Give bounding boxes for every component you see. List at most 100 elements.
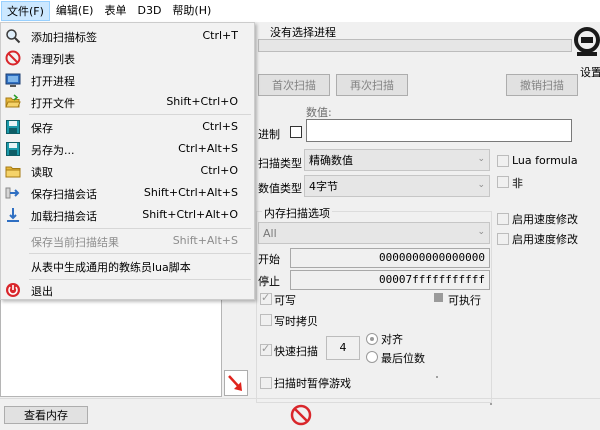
memory-scan-options-title: 内存扫描选项 <box>262 205 332 221</box>
menu-separator <box>29 114 251 115</box>
menu-item-save-current-results[interactable]: 保存当前扫描结果 Shift+Alt+S <box>1 230 254 252</box>
lua-formula-checkbox[interactable] <box>497 155 509 167</box>
menu-item-label: 清理列表 <box>31 53 75 66</box>
fast-scan-value-input[interactable]: 4 <box>326 336 360 360</box>
resize-dot <box>436 376 438 378</box>
hex-checkbox[interactable] <box>290 126 302 138</box>
arrow-right-icon <box>5 187 20 199</box>
start-address-label: 开始 <box>258 253 280 266</box>
file-menu-dropdown: 添加扫描标签 Ctrl+T 清理列表 打开进程 打开文件 Shift+Ctrl+… <box>0 22 255 300</box>
menu-item-generate-trainer-lua[interactable]: 从表中生成通用的教练员lua脚本 <box>1 255 254 277</box>
floppy-icon <box>6 120 20 134</box>
resize-dot <box>490 403 492 405</box>
menu-item-save-as[interactable]: 另存为... Ctrl+Alt+S <box>1 138 254 160</box>
hex-label: 进制 <box>258 128 280 141</box>
no-entry-icon <box>5 50 21 66</box>
menu-item-label: 添加扫描标签 <box>31 31 97 44</box>
settings-label[interactable]: 设置 <box>580 64 600 80</box>
align-label: 对齐 <box>381 333 403 346</box>
pause-game-label: 扫描时暂停游戏 <box>274 377 351 390</box>
menu-item-shortcut: Ctrl+Alt+S <box>178 142 238 155</box>
menu-separator <box>29 228 251 229</box>
add-address-arrow-button[interactable] <box>224 370 248 396</box>
writable-label: 可写 <box>274 294 296 307</box>
menu-separator <box>29 253 251 254</box>
menu-help[interactable]: 帮助(H) <box>167 1 216 21</box>
menu-item-open-file[interactable]: 打开文件 Shift+Ctrl+O <box>1 91 254 113</box>
scan-type-select[interactable]: 精确数值 ⌄ <box>304 149 490 171</box>
menu-d3d[interactable]: D3D <box>132 1 166 21</box>
menu-item-add-scan-tab[interactable]: 添加扫描标签 Ctrl+T <box>1 25 254 47</box>
folder-open-icon <box>5 94 21 108</box>
value-input[interactable] <box>306 119 572 142</box>
menu-item-label: 从表中生成通用的教练员lua脚本 <box>31 261 191 274</box>
floppy-icon <box>6 142 20 156</box>
menu-item-shortcut: Shift+Ctrl+Alt+O <box>142 208 238 221</box>
menu-item-clear-list[interactable]: 清理列表 <box>1 47 254 69</box>
power-icon <box>6 283 20 297</box>
no-entry-icon <box>290 404 312 426</box>
fast-scan-checkbox[interactable] <box>260 342 272 356</box>
menu-item-label: 加载扫描会话 <box>31 210 97 223</box>
menu-item-shortcut: Ctrl+S <box>202 120 238 133</box>
speed-hack-label-2: 启用速度修改 <box>512 233 578 246</box>
menu-item-save[interactable]: 保存 Ctrl+S <box>1 116 254 138</box>
scan-type-value: 精确数值 <box>309 154 353 167</box>
stop-address-input[interactable]: 00007fffffffffff <box>290 270 490 290</box>
last-digits-radio[interactable] <box>366 351 378 363</box>
speed-hack-checkbox-1[interactable] <box>497 213 509 225</box>
menu-item-shortcut: Ctrl+T <box>202 29 238 42</box>
arrow-down-right-icon <box>228 375 242 391</box>
scan-type-label: 扫描类型 <box>258 157 302 170</box>
menu-separator <box>29 279 251 280</box>
not-checkbox[interactable] <box>497 176 509 188</box>
menu-item-save-scan-session[interactable]: 保存扫描会话 Shift+Ctrl+Alt+S <box>1 182 254 204</box>
monitor-icon <box>5 73 21 87</box>
first-scan-button[interactable]: 首次扫描 <box>258 74 330 96</box>
value-type-label: 数值类型 <box>258 182 302 195</box>
stop-scan-icon[interactable] <box>290 404 312 426</box>
last-digits-label: 最后位数 <box>381 352 425 365</box>
menu-item-exit[interactable]: 退出 <box>1 281 254 299</box>
pause-game-checkbox[interactable] <box>260 377 272 389</box>
process-title: 没有选择进程 <box>270 26 336 39</box>
menu-item-load[interactable]: 读取 Ctrl+O <box>1 160 254 182</box>
start-address-input[interactable]: 0000000000000000 <box>290 248 490 268</box>
folder-icon <box>5 166 21 178</box>
memory-region-value: All <box>263 226 277 240</box>
menu-item-shortcut: Shift+Alt+S <box>172 234 238 247</box>
chevron-down-icon: ⌄ <box>477 154 485 164</box>
menu-item-label: 保存扫描会话 <box>31 188 97 201</box>
value-label: 数值: <box>306 106 332 119</box>
chevron-down-icon: ⌄ <box>477 227 485 237</box>
view-memory-button[interactable]: 查看内存 <box>4 406 88 424</box>
copy-on-write-label: 写时拷贝 <box>274 315 318 328</box>
executable-checkbox[interactable] <box>434 293 443 302</box>
value-type-select[interactable]: 4字节 ⌄ <box>304 175 490 197</box>
menu-item-label: 保存 <box>31 122 53 135</box>
undo-scan-button[interactable]: 撤销扫描 <box>506 74 578 96</box>
menu-item-open-process[interactable]: 打开进程 <box>1 69 254 91</box>
menu-item-shortcut: Ctrl+O <box>200 164 238 177</box>
writable-checkbox[interactable] <box>260 291 272 305</box>
settings-logo-icon[interactable] <box>573 22 600 62</box>
executable-label: 可执行 <box>448 294 481 307</box>
menu-file[interactable]: 文件(F) <box>1 1 50 21</box>
menu-item-label: 读取 <box>31 166 53 179</box>
lua-formula-label: Lua formula <box>512 154 578 167</box>
menu-item-label: 保存当前扫描结果 <box>31 236 119 249</box>
chevron-down-icon: ⌄ <box>477 180 485 190</box>
menu-edit[interactable]: 编辑(E) <box>51 1 99 21</box>
arrow-down-icon <box>7 208 19 222</box>
menu-item-label: 另存为... <box>31 144 75 157</box>
align-radio[interactable] <box>366 333 378 345</box>
menu-table[interactable]: 表单 <box>99 1 131 21</box>
menu-item-load-scan-session[interactable]: 加载扫描会话 Shift+Ctrl+Alt+O <box>1 204 254 226</box>
next-scan-button[interactable]: 再次扫描 <box>336 74 408 96</box>
value-type-value: 4字节 <box>309 180 338 193</box>
speed-hack-checkbox-2[interactable] <box>497 233 509 245</box>
menu-item-shortcut: Shift+Ctrl+Alt+S <box>143 186 238 199</box>
fast-scan-label: 快速扫描 <box>274 345 318 358</box>
copy-on-write-checkbox[interactable] <box>260 314 272 326</box>
memory-region-select[interactable]: All ⌄ <box>258 222 490 244</box>
